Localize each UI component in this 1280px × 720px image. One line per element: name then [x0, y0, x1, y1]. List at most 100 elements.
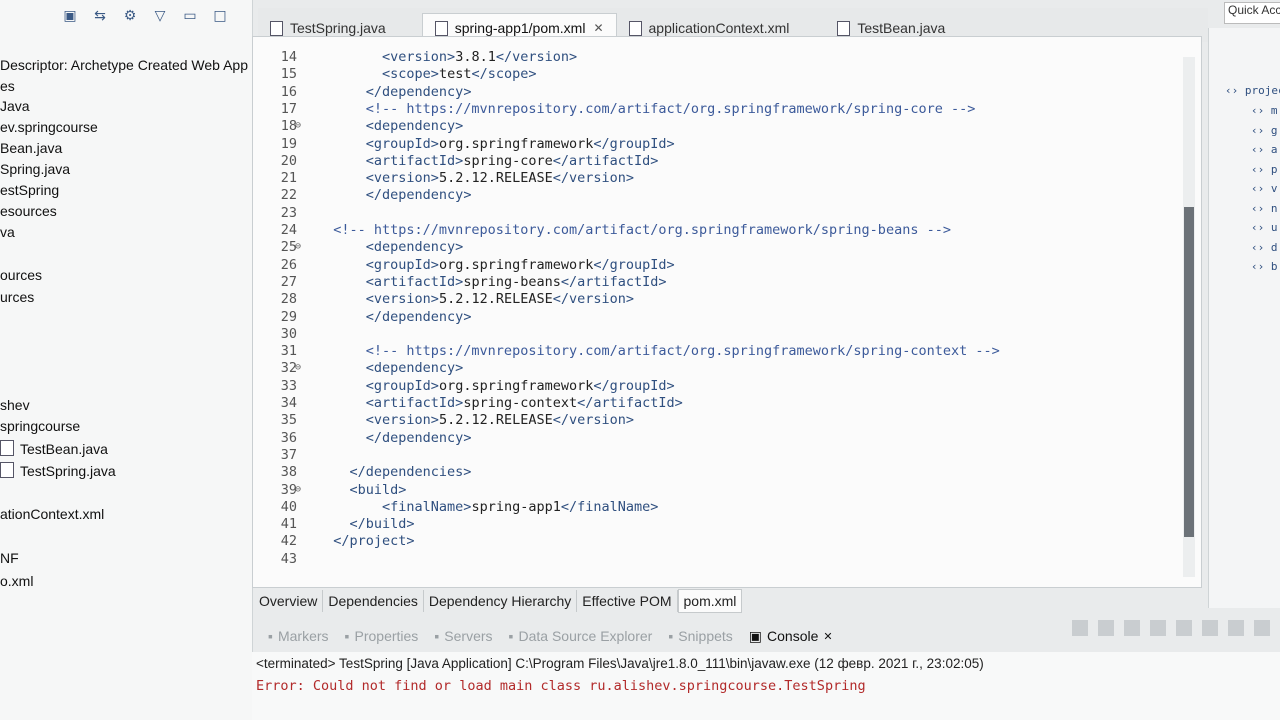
close-tab-icon[interactable]: ✕: [593, 21, 603, 35]
display-console-icon[interactable]: [1228, 620, 1244, 636]
code-text: <scope>test</scope>: [382, 66, 537, 83]
pom-tab[interactable]: Dependencies: [323, 590, 424, 612]
code-text: <!-- https://mvnrepository.com/artifact/…: [317, 222, 951, 238]
console-output[interactable]: <terminated> TestSpring [Java Applicatio…: [252, 652, 1280, 720]
editor-tab-label: TestSpring.java: [290, 20, 386, 36]
line-number: 14: [280, 49, 297, 65]
pom-tab[interactable]: Dependency Hierarchy: [424, 590, 578, 612]
minimize-icon[interactable]: ▭: [180, 6, 200, 26]
outline-item[interactable]: ‹› d: [1251, 241, 1278, 254]
explorer-item[interactable]: shev: [0, 397, 30, 413]
code-text: </dependency>: [365, 308, 472, 325]
scrollbar-thumb[interactable]: [1184, 207, 1194, 537]
explorer-item[interactable]: TestBean.java: [0, 440, 108, 457]
explorer-item-label: springcourse: [0, 418, 81, 434]
pom-tab[interactable]: pom.xml: [677, 589, 743, 613]
explorer-item[interactable]: TestSpring.java: [0, 462, 116, 479]
xml-editor[interactable]: 14 <version>3.8.1</version> 15 <scope>tes…: [252, 36, 1202, 588]
outline-item[interactable]: ‹› b: [1251, 260, 1278, 273]
explorer-item[interactable]: es: [0, 78, 15, 94]
outline-root-label: project: [1244, 84, 1280, 97]
filter-icon[interactable]: ⚙: [120, 6, 140, 26]
line-number: 30: [280, 325, 297, 342]
code-text: </project>: [333, 533, 415, 550]
explorer-item[interactable]: springcourse: [0, 418, 80, 434]
explorer-item[interactable]: Spring.java: [0, 161, 70, 177]
xml-element-icon: ‹›: [1251, 104, 1271, 117]
pom-tab[interactable]: Overview: [254, 590, 324, 612]
explorer-item[interactable]: estSpring: [0, 182, 59, 198]
outline-item[interactable]: ‹› a: [1251, 143, 1278, 156]
view-menu-icon[interactable]: ▽: [150, 6, 170, 26]
outline-item[interactable]: ‹› n: [1251, 202, 1278, 215]
file-icon: [628, 20, 642, 36]
code-text: </dependency>: [365, 429, 472, 446]
view-tab[interactable]: ▪ Properties: [345, 628, 419, 644]
explorer-item-label: Spring.java: [0, 161, 71, 177]
java-file-icon: [0, 440, 14, 456]
link-editor-icon[interactable]: ⇆: [90, 6, 110, 26]
code-text: <version>5.2.12.RELEASE</version>: [365, 291, 635, 308]
fold-toggle-icon[interactable]: ⊖: [295, 120, 301, 131]
outline-item-label: m: [1270, 104, 1278, 117]
explorer-item[interactable]: ationContext.xml: [0, 506, 104, 522]
explorer-item[interactable]: esources: [0, 203, 57, 219]
view-tab[interactable]: ▪ Data Source Explorer: [509, 628, 653, 644]
explorer-item[interactable]: urces: [0, 289, 34, 305]
explorer-item-label: shev: [0, 397, 30, 413]
outline-root[interactable]: ‹› project: [1225, 84, 1280, 97]
collapse-all-icon[interactable]: ▣: [60, 6, 80, 26]
fold-toggle-icon[interactable]: ⊖: [295, 362, 301, 373]
line-number: 39: [280, 481, 297, 498]
view-tab[interactable]: ▪ Servers: [434, 628, 492, 644]
fold-toggle-icon[interactable]: ⊖: [295, 484, 301, 495]
terminate-icon[interactable]: [1072, 620, 1088, 636]
editor-tab-label: TestBean.java: [857, 20, 946, 36]
outline-item[interactable]: ‹› m: [1251, 104, 1278, 117]
explorer-item[interactable]: o.xml: [0, 573, 33, 589]
fold-toggle-icon[interactable]: ⊖: [295, 241, 301, 252]
outline-item[interactable]: ‹› u: [1251, 221, 1278, 234]
view-tab-label: Properties: [354, 628, 419, 644]
explorer-item[interactable]: Java: [0, 98, 30, 114]
line-number: 26: [280, 256, 297, 273]
line-number: 21: [280, 170, 297, 187]
code-text: </dependency>: [365, 187, 472, 204]
view-tab[interactable]: ▪ Snippets: [668, 628, 732, 644]
view-tab-label: Markers: [277, 628, 329, 644]
view-tab[interactable]: ▪ Markers: [268, 628, 329, 644]
line-number: 20: [280, 152, 297, 169]
editor-vertical-scrollbar[interactable]: [1183, 57, 1195, 577]
maximize-icon[interactable]: □: [210, 6, 230, 26]
line-number: 43: [280, 550, 297, 567]
remove-all-icon[interactable]: [1124, 620, 1140, 636]
view-tab-label: Data Source Explorer: [518, 628, 653, 644]
explorer-item-label: NF: [0, 550, 19, 566]
code-text: <version>5.2.12.RELEASE</version>: [365, 412, 635, 429]
code-text: </dependencies>: [349, 464, 472, 481]
explorer-item[interactable]: Descriptor: Archetype Created Web App: [0, 57, 248, 73]
explorer-item[interactable]: ources: [0, 267, 42, 283]
pin-console-icon[interactable]: [1202, 620, 1218, 636]
clear-console-icon[interactable]: [1150, 620, 1166, 636]
explorer-item-label: va: [0, 224, 15, 240]
code-text: <build>: [349, 481, 407, 498]
view-tab[interactable]: ▣ Console ✕: [749, 628, 833, 645]
pom-editor-tabs: Overview Dependencies Dependency Hierarchy…: [254, 587, 743, 615]
explorer-item[interactable]: va: [0, 224, 15, 240]
pom-tab[interactable]: Effective POM: [577, 590, 678, 612]
xml-element-icon: ‹›: [1251, 162, 1271, 176]
quick-access-input[interactable]: Quick Access: [1224, 2, 1280, 24]
outline-item[interactable]: ‹› p: [1251, 163, 1278, 176]
scroll-lock-icon[interactable]: [1176, 620, 1192, 636]
line-number: 38: [280, 464, 297, 481]
outline-item[interactable]: ‹› v: [1251, 182, 1278, 195]
outline-item[interactable]: ‹› g: [1251, 124, 1278, 137]
explorer-item[interactable]: NF: [0, 550, 19, 566]
remove-launch-icon[interactable]: [1098, 620, 1114, 636]
explorer-item[interactable]: ev.springcourse: [0, 119, 98, 135]
close-view-icon[interactable]: ✕: [823, 630, 832, 643]
code-text: <groupId>org.springframework</groupId>: [365, 135, 675, 152]
open-console-icon[interactable]: [1254, 620, 1270, 636]
explorer-item[interactable]: Bean.java: [0, 140, 62, 156]
